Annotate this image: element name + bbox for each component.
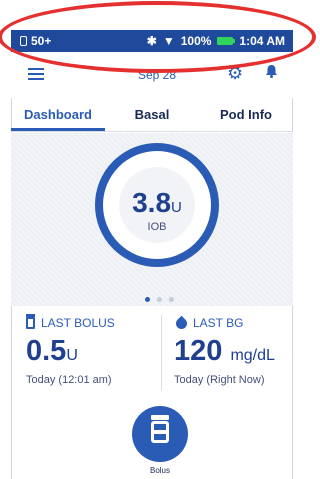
iob-label: IOB [147, 221, 167, 233]
last-bg-header: LAST BG [173, 315, 284, 331]
tab-dashboard[interactable]: Dashboard [11, 98, 105, 131]
last-bolus-value: 0.5U [26, 336, 156, 371]
bluetooth-icon: ✱ [146, 34, 157, 48]
last-bolus-header: LAST BOLUS [26, 314, 156, 330]
status-right: ✱ ▼ 100% 1:04 AM [147, 34, 285, 48]
page-dot-3[interactable] [169, 297, 174, 302]
tab-pod-info[interactable]: Pod Info [199, 98, 293, 131]
last-bg-unit: mg/dL [230, 347, 275, 364]
wifi-icon: ▼ [162, 34, 175, 48]
bell-icon[interactable] [265, 64, 278, 78]
menu-icon[interactable] [28, 68, 44, 80]
last-bg-number: 120 [174, 335, 223, 367]
iob-unit: U [171, 199, 182, 216]
page-dot-1[interactable] [145, 297, 150, 302]
battery-percent: 100% [180, 34, 212, 48]
battery-icon [217, 37, 236, 45]
status-bar: 50+ ✱ ▼ 100% 1:04 AM [11, 30, 293, 52]
clock: 1:04 AM [239, 34, 285, 48]
blood-drop-icon [173, 315, 190, 331]
last-bolus-panel: LAST BOLUS 0.5U Today (12:01 am) [26, 314, 156, 386]
bolus-button[interactable] [132, 406, 188, 462]
bolus-button-label: Bolus [149, 466, 170, 475]
reservoir-level: 50+ [31, 34, 52, 48]
last-bolus-unit: U [66, 347, 78, 364]
iob-value: 3.8U [119, 187, 195, 219]
iob-gauge: 3.8U IOB [95, 143, 219, 267]
tab-basal[interactable]: Basal [105, 98, 199, 131]
last-bolus-time: Today (12:01 am) [26, 374, 112, 386]
dashboard-panel: 3.8U IOB [11, 133, 293, 306]
last-bg-value: 120 mg/dL [174, 336, 284, 371]
vial-icon [26, 314, 35, 329]
last-bg-time: Today (Right Now) [174, 374, 265, 386]
last-bg-title: LAST BG [193, 316, 244, 330]
gear-icon[interactable]: ⚙ [227, 64, 243, 82]
last-bolus-title: LAST BOLUS [41, 316, 115, 330]
iob-number: 3.8 [132, 187, 172, 218]
reservoir-icon [20, 36, 27, 46]
last-bg-panel: LAST BG 120 mg/dL Today (Right Now) [173, 315, 284, 386]
panel-divider [161, 315, 162, 390]
app-header: Sep 28 ⚙ [11, 52, 293, 98]
page-dot-2[interactable] [157, 297, 162, 302]
bolus-vial-icon [151, 415, 169, 443]
page-indicator[interactable] [145, 297, 174, 302]
header-date: Sep 28 [138, 68, 177, 82]
last-bolus-number: 0.5 [26, 335, 67, 367]
tab-bar: Dashboard Basal Pod Info [11, 98, 293, 132]
status-left: 50+ [20, 34, 51, 48]
iob-center: 3.8U IOB [119, 167, 195, 243]
